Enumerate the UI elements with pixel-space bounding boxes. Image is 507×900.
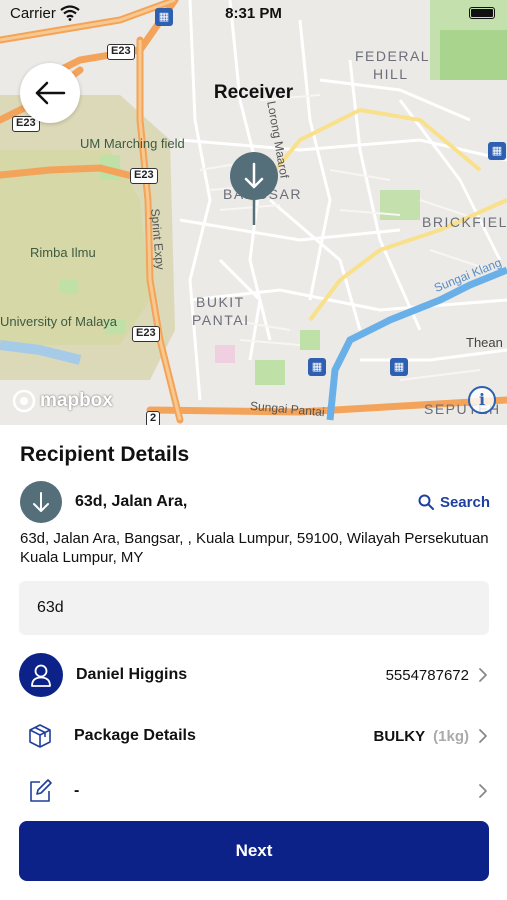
map-area-label: BUKIT [196,294,245,310]
highway-shield: E23 [130,168,158,184]
highway-shield: 2 [146,411,161,425]
package-type: BULKY [373,727,426,745]
package-row[interactable]: Package Details BULKY (1kg) [19,712,489,760]
map-info-button[interactable]: i [468,386,496,414]
clock: 8:31 PM [225,5,282,22]
map-place-label: Rimba Ilmu [30,245,96,260]
note-row[interactable]: - [19,767,489,815]
address-short: 63d, Jalan Ara, [75,493,188,510]
search-icon [418,494,434,510]
mapbox-wordmark: mapbox [40,390,113,411]
chevron-right-icon [479,784,487,798]
battery-icon [469,7,495,19]
page-title: Receiver [213,82,294,103]
pencil-icon [30,779,52,802]
package-label: Package Details [74,727,196,744]
map-place-label: UM Marching field [80,136,185,151]
status-bar: Carrier 8:31 PM [0,0,507,28]
highway-shield: E23 [107,44,135,60]
train-station-icon: ▦ [390,358,408,376]
map-area-label: HILL [373,66,409,82]
search-label: Search [439,493,490,511]
map-area-label: PANTAI [192,312,250,328]
contact-row[interactable]: Daniel Higgins 5554787672 [19,651,489,699]
user-avatar-icon [19,653,63,697]
mapbox-logo-icon [12,389,36,413]
package-weight: (1kg) [433,727,469,745]
train-station-icon: ▦ [308,358,326,376]
location-pin-icon[interactable] [229,151,279,225]
box-icon [29,724,51,748]
contact-name: Daniel Higgins [76,666,188,683]
user-icon [31,664,51,687]
map-area-label: BRICKFIEL [422,214,507,230]
section-title: Recipient Details [20,443,190,466]
train-station-icon: ▦ [488,142,506,160]
contact-phone: 5554787672 [385,666,469,684]
chevron-right-icon [479,729,487,743]
recipient-sheet: Recipient Details 63d, Jalan Ara, Search… [0,425,507,900]
map-place-label: University of Malaya [0,314,118,329]
next-button[interactable]: Next [19,821,489,881]
map-view[interactable]: FEDERAL HILL BANGSAR BUKIT PANTAI BRICKF… [0,0,507,425]
search-button[interactable]: Search [418,494,490,511]
address-full: 63d, Jalan Ara, Bangsar, , Kuala Lumpur,… [20,530,489,566]
note-text: - [74,782,80,799]
map-place-label: Thean [466,335,503,350]
mapbox-logo: mapbox [12,389,113,413]
map-area-label: FEDERAL [355,48,431,64]
package-icon [19,715,61,757]
location-marker-icon [20,481,62,523]
edit-icon-box [19,770,61,812]
unit-number-field[interactable]: 63d [19,581,489,635]
highway-shield: E23 [132,326,160,342]
address-row: 63d, Jalan Ara, Search [20,481,490,523]
chevron-right-icon [479,668,487,682]
package-summary: BULKY (1kg) [373,728,469,745]
arrow-down-icon [33,492,49,512]
